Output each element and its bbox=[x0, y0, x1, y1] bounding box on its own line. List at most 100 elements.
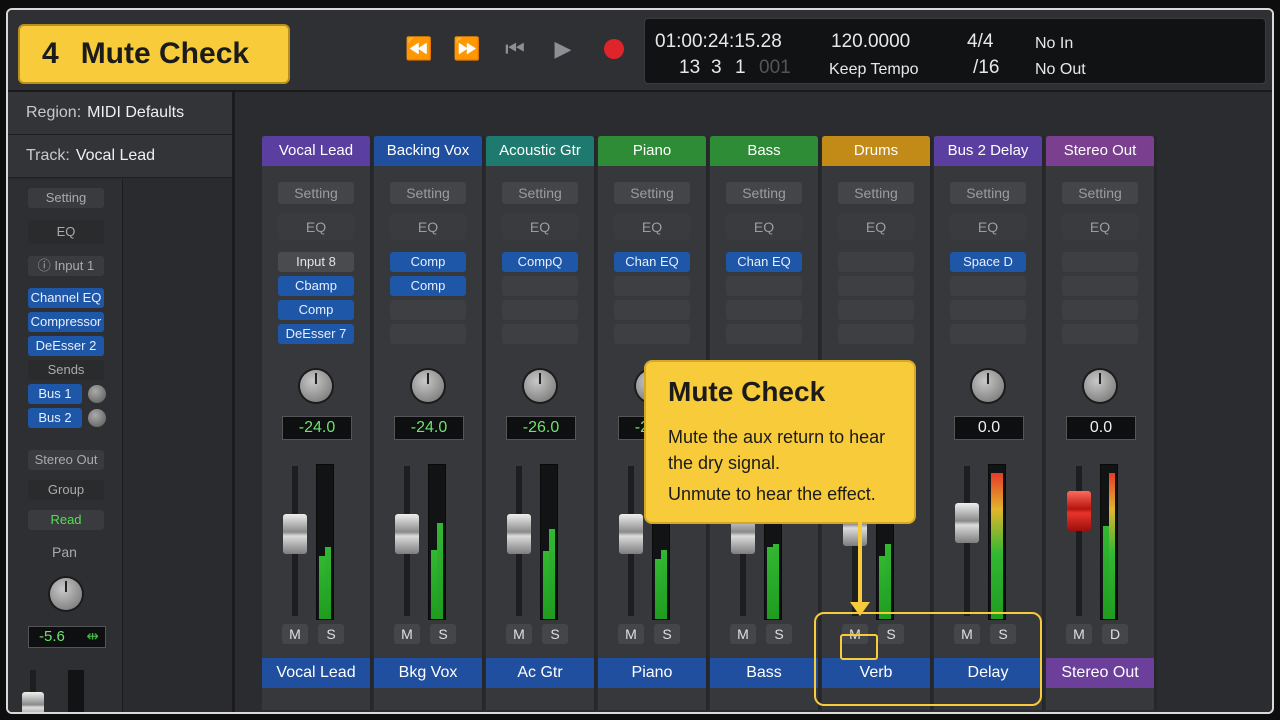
empty-plugin-slot[interactable] bbox=[726, 300, 802, 320]
eq-slot[interactable]: EQ bbox=[1062, 214, 1138, 240]
setting-button[interactable]: Setting bbox=[390, 182, 466, 204]
plugin-slot[interactable]: DeEsser 7 bbox=[278, 324, 354, 344]
setting-button[interactable]: Setting bbox=[726, 182, 802, 204]
send-bus-2[interactable]: Bus 2 bbox=[28, 408, 82, 428]
volume-fader[interactable] bbox=[395, 514, 419, 554]
volume-display[interactable]: 0.0 bbox=[1066, 416, 1136, 440]
eq-slot[interactable]: EQ bbox=[950, 214, 1026, 240]
volume-fader[interactable] bbox=[955, 503, 979, 543]
empty-plugin-slot[interactable] bbox=[390, 300, 466, 320]
mute-button[interactable]: M bbox=[1066, 624, 1092, 644]
plugin-slot[interactable]: Chan EQ bbox=[726, 252, 802, 272]
setting-button[interactable]: Setting bbox=[614, 182, 690, 204]
empty-plugin-slot[interactable] bbox=[950, 324, 1026, 344]
inspector-fader-cap[interactable] bbox=[22, 692, 44, 712]
record-button[interactable] bbox=[596, 34, 626, 64]
empty-plugin-slot[interactable] bbox=[838, 276, 914, 296]
fader-track[interactable] bbox=[1076, 466, 1082, 616]
plugin-slot[interactable]: CompQ bbox=[502, 252, 578, 272]
plugin-slot[interactable]: Chan EQ bbox=[614, 252, 690, 272]
empty-plugin-slot[interactable] bbox=[502, 324, 578, 344]
empty-plugin-slot[interactable] bbox=[726, 324, 802, 344]
empty-plugin-slot[interactable] bbox=[502, 300, 578, 320]
automation-mode[interactable]: Read bbox=[28, 510, 104, 530]
eq-slot[interactable]: EQ bbox=[278, 214, 354, 240]
setting-button[interactable]: Setting bbox=[502, 182, 578, 204]
eq-slot[interactable]: EQ bbox=[614, 214, 690, 240]
empty-plugin-slot[interactable] bbox=[1062, 252, 1138, 272]
channel-name[interactable]: Backing Vox bbox=[374, 136, 482, 166]
eq-slot[interactable]: EQ bbox=[838, 214, 914, 240]
mute-button[interactable]: M bbox=[730, 624, 756, 644]
eq-slot[interactable]: EQ bbox=[726, 214, 802, 240]
mute-button[interactable]: M bbox=[506, 624, 532, 644]
send-1-knob[interactable] bbox=[88, 385, 106, 403]
empty-plugin-slot[interactable] bbox=[838, 324, 914, 344]
send-knob[interactable] bbox=[972, 370, 1004, 402]
send-bus-1[interactable]: Bus 1 bbox=[28, 384, 82, 404]
volume-fader[interactable] bbox=[1067, 491, 1091, 531]
empty-plugin-slot[interactable] bbox=[1062, 324, 1138, 344]
plugin-slot[interactable]: Space D bbox=[950, 252, 1026, 272]
mute-button[interactable]: M bbox=[282, 624, 308, 644]
empty-plugin-slot[interactable] bbox=[614, 276, 690, 296]
go-to-start-button[interactable]: ⏮ bbox=[500, 34, 530, 64]
volume-display[interactable]: -24.0 bbox=[282, 416, 352, 440]
pan-value-display[interactable]: -5.6 ⇹ bbox=[28, 626, 106, 648]
volume-display[interactable]: -26.0 bbox=[506, 416, 576, 440]
eq-slot[interactable]: EQ bbox=[502, 214, 578, 240]
inspector-eq-slot[interactable]: EQ bbox=[28, 220, 104, 244]
empty-plugin-slot[interactable] bbox=[838, 252, 914, 272]
channel-name[interactable]: Drums bbox=[822, 136, 930, 166]
volume-display[interactable]: -24.0 bbox=[394, 416, 464, 440]
play-button[interactable]: ▶ bbox=[548, 34, 578, 64]
channel-name[interactable]: Vocal Lead bbox=[262, 136, 370, 166]
inspector-plugin-2[interactable]: Compressor bbox=[28, 312, 104, 332]
empty-plugin-slot[interactable] bbox=[950, 300, 1026, 320]
solo-button[interactable]: S bbox=[430, 624, 456, 644]
empty-plugin-slot[interactable] bbox=[390, 324, 466, 344]
pan-knob[interactable] bbox=[50, 578, 82, 610]
channel-name[interactable]: Stereo Out bbox=[1046, 136, 1154, 166]
send-knob[interactable] bbox=[300, 370, 332, 402]
track-row[interactable]: Track: Vocal Lead bbox=[8, 135, 232, 178]
inspector-input-slot[interactable]: ⓘ Input 1 bbox=[28, 256, 104, 276]
setting-button[interactable]: Setting bbox=[950, 182, 1026, 204]
setting-button[interactable]: Setting bbox=[278, 182, 354, 204]
empty-plugin-slot[interactable] bbox=[614, 324, 690, 344]
eq-slot[interactable]: EQ bbox=[390, 214, 466, 240]
plugin-slot[interactable]: Cbamp bbox=[278, 276, 354, 296]
lcd-display[interactable]: 01:00:24:15.28 13 3 1 001 120.0000 Keep … bbox=[644, 18, 1266, 84]
empty-plugin-slot[interactable] bbox=[726, 276, 802, 296]
volume-fader[interactable] bbox=[619, 514, 643, 554]
empty-plugin-slot[interactable] bbox=[614, 300, 690, 320]
empty-plugin-slot[interactable] bbox=[950, 276, 1026, 296]
volume-fader[interactable] bbox=[507, 514, 531, 554]
plugin-slot[interactable]: Comp bbox=[390, 252, 466, 272]
solo-button[interactable]: S bbox=[318, 624, 344, 644]
solo-button[interactable]: S bbox=[542, 624, 568, 644]
solo-button[interactable]: D bbox=[1102, 624, 1128, 644]
send-knob[interactable] bbox=[524, 370, 556, 402]
mute-button[interactable]: M bbox=[618, 624, 644, 644]
plugin-slot[interactable]: Comp bbox=[278, 300, 354, 320]
empty-plugin-slot[interactable] bbox=[1062, 276, 1138, 296]
inspector-output-slot[interactable]: Stereo Out bbox=[28, 450, 104, 470]
inspector-setting-button[interactable]: Setting bbox=[28, 188, 104, 208]
inspector-plugin-1[interactable]: Channel EQ bbox=[28, 288, 104, 308]
setting-button[interactable]: Setting bbox=[838, 182, 914, 204]
send-knob[interactable] bbox=[1084, 370, 1116, 402]
empty-plugin-slot[interactable] bbox=[838, 300, 914, 320]
plugin-slot[interactable]: Input 8 bbox=[278, 252, 354, 272]
rewind-button[interactable]: ⏪ bbox=[404, 34, 434, 64]
send-knob[interactable] bbox=[412, 370, 444, 402]
empty-plugin-slot[interactable] bbox=[1062, 300, 1138, 320]
channel-name[interactable]: Acoustic Gtr bbox=[486, 136, 594, 166]
solo-button[interactable]: S bbox=[654, 624, 680, 644]
plugin-slot[interactable]: Comp bbox=[390, 276, 466, 296]
forward-button[interactable]: ⏩ bbox=[452, 34, 482, 64]
inspector-group-slot[interactable]: Group bbox=[28, 480, 104, 500]
setting-button[interactable]: Setting bbox=[1062, 182, 1138, 204]
region-row[interactable]: Region: MIDI Defaults bbox=[8, 92, 232, 135]
channel-name[interactable]: Piano bbox=[598, 136, 706, 166]
